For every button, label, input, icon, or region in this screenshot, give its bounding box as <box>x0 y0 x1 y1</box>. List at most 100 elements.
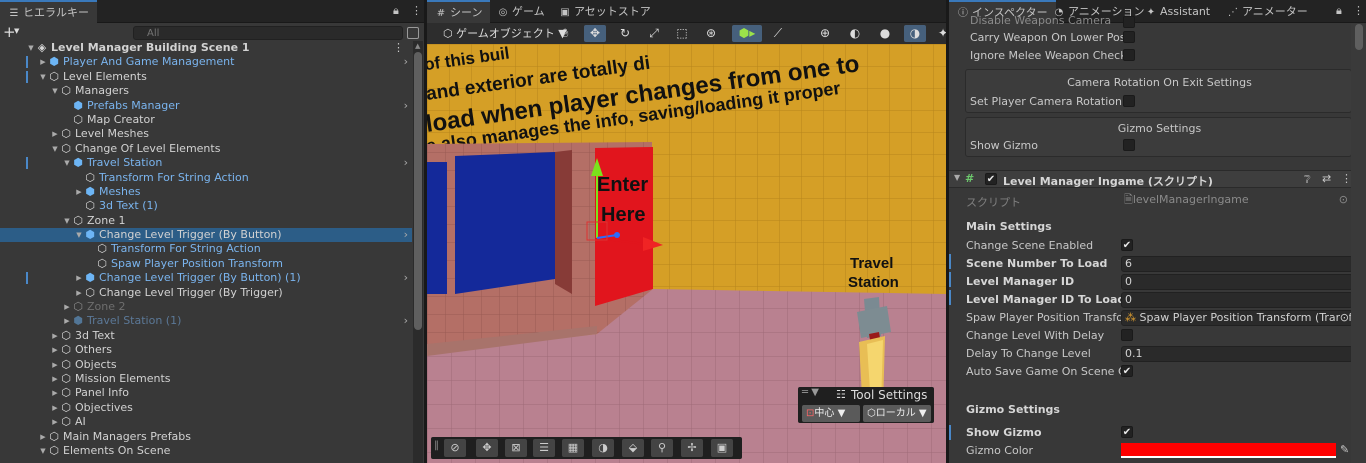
component-enabled-checkbox[interactable]: ✔ <box>985 173 997 185</box>
hierarchy-row[interactable]: ⬢ Prefabs Manager › <box>0 99 412 113</box>
fold-open-icon[interactable]: ▼ <box>38 70 48 84</box>
rect-tool-button[interactable]: ⬚ <box>671 25 693 42</box>
hierarchy-row[interactable]: ▶ ⬡ AI <box>0 415 412 429</box>
fold-open-icon[interactable]: ▼ <box>62 214 72 228</box>
more-menu-icon[interactable]: ⋮ <box>1353 4 1364 17</box>
fold-closed-icon[interactable]: ▶ <box>50 127 60 141</box>
object-field[interactable]: ⁂ Spaw Player Position Transform (Transf… <box>1121 310 1353 326</box>
field-checkbox[interactable] <box>1121 329 1133 341</box>
path-tool-button[interactable]: ⟋ <box>767 25 789 42</box>
scrollbar-thumb[interactable] <box>1355 24 1363 50</box>
shading-button[interactable]: ● <box>874 25 896 42</box>
hand-tool-button[interactable]: ✋︎ <box>554 25 576 42</box>
fold-open-icon[interactable]: ▼ <box>50 84 60 98</box>
custom-tool-button[interactable]: ⬢▸ <box>732 25 762 42</box>
lock-icon[interactable]: 🔒︎ <box>1336 4 1342 18</box>
number-field[interactable]: 0.1 <box>1121 346 1353 362</box>
set-camera-rotation-checkbox[interactable] <box>1123 95 1135 107</box>
hierarchy-row[interactable]: ▶ ⬢ Player And Game Management › <box>0 55 412 69</box>
pivot-rotation-dropdown[interactable]: ⬡ローカル ▼ <box>863 405 931 422</box>
hierarchy-row[interactable]: ▼ ⬢ Travel Station › <box>0 156 412 170</box>
fold-open-icon[interactable]: ▼ <box>38 444 48 458</box>
inspector-scrollbar[interactable] <box>1351 24 1366 463</box>
hierarchy-row[interactable]: ▶ ⬡ Main Managers Prefabs <box>0 430 412 444</box>
chevron-right-icon[interactable]: › <box>404 314 408 328</box>
tab-assistant[interactable]: ✦ Assistant <box>1137 0 1218 23</box>
hierarchy-row[interactable]: ⬡ Transform For String Action <box>0 242 412 256</box>
overlay-handle-icon[interactable]: ‖ <box>434 440 439 451</box>
chevron-right-icon[interactable]: › <box>404 271 408 285</box>
component-header[interactable]: ▼ # ✔ Level Manager Ingame (スクリプト) ❔︎ ⇄ … <box>949 170 1366 188</box>
hierarchy-row[interactable]: ▼ ⬡ Managers <box>0 84 412 98</box>
hierarchy-row[interactable]: ▶ ⬡ Level Meshes <box>0 127 412 141</box>
hierarchy-row[interactable]: ▶ ⬡ Objectives <box>0 401 412 415</box>
fold-closed-icon[interactable]: ▶ <box>50 401 60 415</box>
scale-tool-button[interactable]: ⤢ <box>643 25 665 42</box>
more-menu-icon[interactable]: ⋮ <box>411 4 422 17</box>
chevron-right-icon[interactable]: › <box>404 99 408 113</box>
gizmo-center[interactable] <box>614 232 620 238</box>
fold-closed-icon[interactable]: ▶ <box>38 430 48 444</box>
hierarchy-row[interactable]: ▶ ⬢ Meshes <box>0 185 412 199</box>
lock-icon[interactable]: 🔒︎ <box>393 4 399 18</box>
hierarchy-row[interactable]: ▶ ⬡ Objects <box>0 358 412 372</box>
fold-closed-icon[interactable]: ▶ <box>62 300 72 314</box>
field-checkbox[interactable]: ✔ <box>1121 365 1133 377</box>
fold-open-icon[interactable]: ▼ <box>74 228 84 242</box>
pan-icon[interactable]: ✢ <box>681 439 703 457</box>
half-circle-icon[interactable]: ◑ <box>592 439 614 457</box>
fold-closed-icon[interactable]: ▶ <box>50 343 60 357</box>
fold-closed-icon[interactable]: ▶ <box>74 286 84 300</box>
chevron-right-icon[interactable]: › <box>404 55 408 69</box>
row-menu-icon[interactable]: ⋮ <box>393 41 404 55</box>
orientation-button[interactable]: ⊕ <box>814 25 836 42</box>
move-tool-button[interactable]: ✥ <box>584 25 606 42</box>
pivot-mode-dropdown[interactable]: ⊡中心 ▼ <box>802 405 860 422</box>
zoom-icon[interactable]: ⚲ <box>651 439 673 457</box>
fold-closed-icon[interactable]: ▶ <box>50 386 60 400</box>
hierarchy-row[interactable]: ▶ ⬡ Others <box>0 343 412 357</box>
fold-closed-icon[interactable]: ▶ <box>38 55 48 69</box>
grid-snap-icon[interactable]: ▦ <box>562 439 584 457</box>
fold-closed-icon[interactable]: ▶ <box>50 415 60 429</box>
field-checkbox[interactable]: ✔ <box>1121 239 1133 251</box>
number-field[interactable]: 0 <box>1121 292 1353 308</box>
hierarchy-row[interactable]: ▶ ⬡ 3d Text <box>0 329 412 343</box>
hierarchy-row[interactable]: ▶ ⬡ Mission Elements <box>0 372 412 386</box>
chevron-down-icon[interactable]: ▼ <box>14 27 19 35</box>
show-gizmo-checkbox-2[interactable]: ✔ <box>1121 426 1133 438</box>
tab-game[interactable]: ◎ ゲーム <box>489 0 553 23</box>
hierarchy-row[interactable]: ▼ ⬡ Zone 1 <box>0 214 412 228</box>
tool-settings-overlay[interactable]: ═ ▼ ☷ Tool Settings ⊡中心 ▼ ⬡ローカル ▼ <box>798 387 934 423</box>
fold-open-icon[interactable]: ▼ <box>26 41 36 55</box>
orbit-tool-icon[interactable]: ⊘ <box>444 439 466 457</box>
move-tool-icon[interactable]: ✥ <box>476 439 498 457</box>
scrollbar-thumb[interactable] <box>414 52 422 330</box>
search-input[interactable] <box>133 26 403 40</box>
fold-closed-icon[interactable]: ▶ <box>50 358 60 372</box>
fold-open-icon[interactable]: ▼ <box>62 156 72 170</box>
help-icon[interactable]: ❔︎ <box>1304 173 1311 187</box>
camera-icon[interactable]: ▣ <box>711 439 733 457</box>
show-gizmo-checkbox[interactable] <box>1123 139 1135 151</box>
search-by-type-icon[interactable] <box>407 27 419 39</box>
hierarchy-row[interactable]: ▶ ⬢ Travel Station (1) › <box>0 314 412 328</box>
scene-root-row[interactable]: ▼ ◈ Level Manager Building Scene 1 ⋮ <box>0 41 412 55</box>
gizmo-color-swatch[interactable] <box>1121 443 1336 458</box>
hierarchy-scrollbar[interactable]: ▲ <box>413 41 423 463</box>
presets-icon[interactable]: ⇄ <box>1322 172 1331 185</box>
fold-open-icon[interactable]: ▼ <box>50 142 60 156</box>
fold-closed-icon[interactable]: ▶ <box>50 329 60 343</box>
hierarchy-row[interactable]: ▼ ⬢ Change Level Trigger (By Button) › <box>0 228 412 243</box>
gameobject-menu[interactable]: ⬡ ゲームオブジェクト ▼ <box>443 25 567 42</box>
hierarchy-row[interactable]: ⬡ Transform For String Action <box>0 171 412 185</box>
hierarchy-row[interactable]: ▶ ⬢ Change Level Trigger (By Button) (1) › <box>0 271 412 285</box>
object-picker-icon[interactable]: ⊙ <box>1339 311 1349 325</box>
ignore-melee-checkbox[interactable] <box>1123 49 1135 61</box>
transform-tool-button[interactable]: ⊛ <box>700 25 722 42</box>
scroll-up-icon[interactable]: ▲ <box>415 42 420 50</box>
hierarchy-row[interactable]: ▼ ⬡ Elements On Scene <box>0 444 412 458</box>
align-tool-icon[interactable]: ☰ <box>533 439 555 457</box>
drag-handle-icon[interactable]: ═ ▼ <box>802 387 819 398</box>
render-mode-button[interactable]: ◐ <box>844 25 866 42</box>
